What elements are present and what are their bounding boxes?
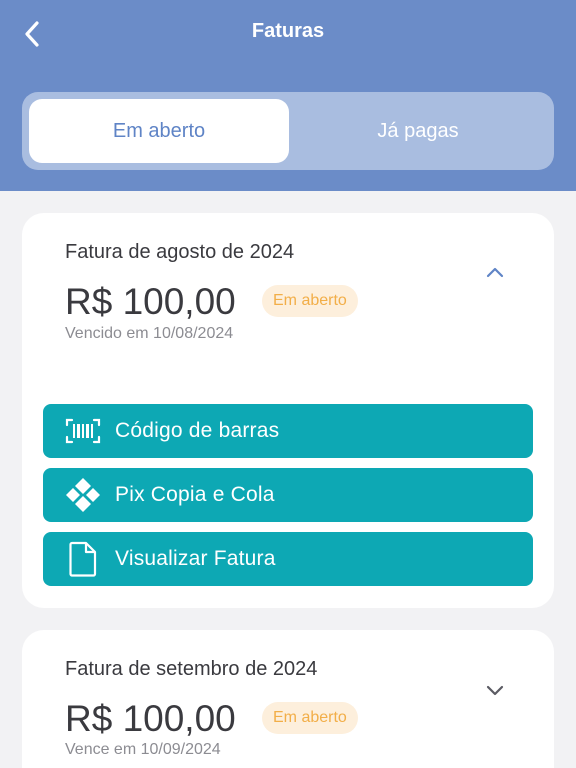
pix-button-label: Pix Copia e Cola (115, 483, 275, 506)
chevron-down-icon (486, 685, 504, 696)
invoice-card: Fatura de agosto de 2024 R$ 100,00 Em ab… (22, 213, 554, 608)
invoice-amount: R$ 100,00 (65, 281, 236, 322)
tab-ja-pagas[interactable]: Já pagas (288, 99, 548, 163)
status-badge: Em aberto (262, 285, 358, 317)
invoice-title: Fatura de agosto de 2024 (65, 241, 295, 263)
invoice-due-date: Vencido em 10/08/2024 (65, 325, 234, 342)
invoice-title: Fatura de setembro de 2024 (65, 658, 318, 680)
document-icon (61, 539, 105, 579)
barcode-icon (61, 411, 105, 451)
barcode-button[interactable]: Código de barras (43, 404, 533, 458)
page-title: Faturas (251, 20, 325, 42)
app-header: Faturas Em aberto Já pagas (0, 0, 576, 191)
expand-button[interactable] (482, 677, 508, 703)
pix-icon (61, 475, 105, 515)
invoice-card[interactable]: Fatura de setembro de 2024 R$ 100,00 Em … (22, 630, 554, 768)
barcode-button-label: Código de barras (115, 419, 280, 442)
pix-copy-paste-button[interactable]: Pix Copia e Cola (43, 468, 533, 522)
view-invoice-button[interactable]: Visualizar Fatura (43, 532, 533, 586)
view-invoice-label: Visualizar Fatura (115, 547, 276, 570)
invoice-due-date: Vence em 10/09/2024 (65, 741, 221, 758)
status-badge: Em aberto (262, 702, 358, 734)
chevron-up-icon (486, 267, 504, 278)
tab-em-aberto[interactable]: Em aberto (29, 99, 289, 163)
invoice-status-tabs: Em aberto Já pagas (22, 92, 554, 170)
collapse-button[interactable] (482, 259, 508, 285)
invoice-amount: R$ 100,00 (65, 698, 236, 739)
